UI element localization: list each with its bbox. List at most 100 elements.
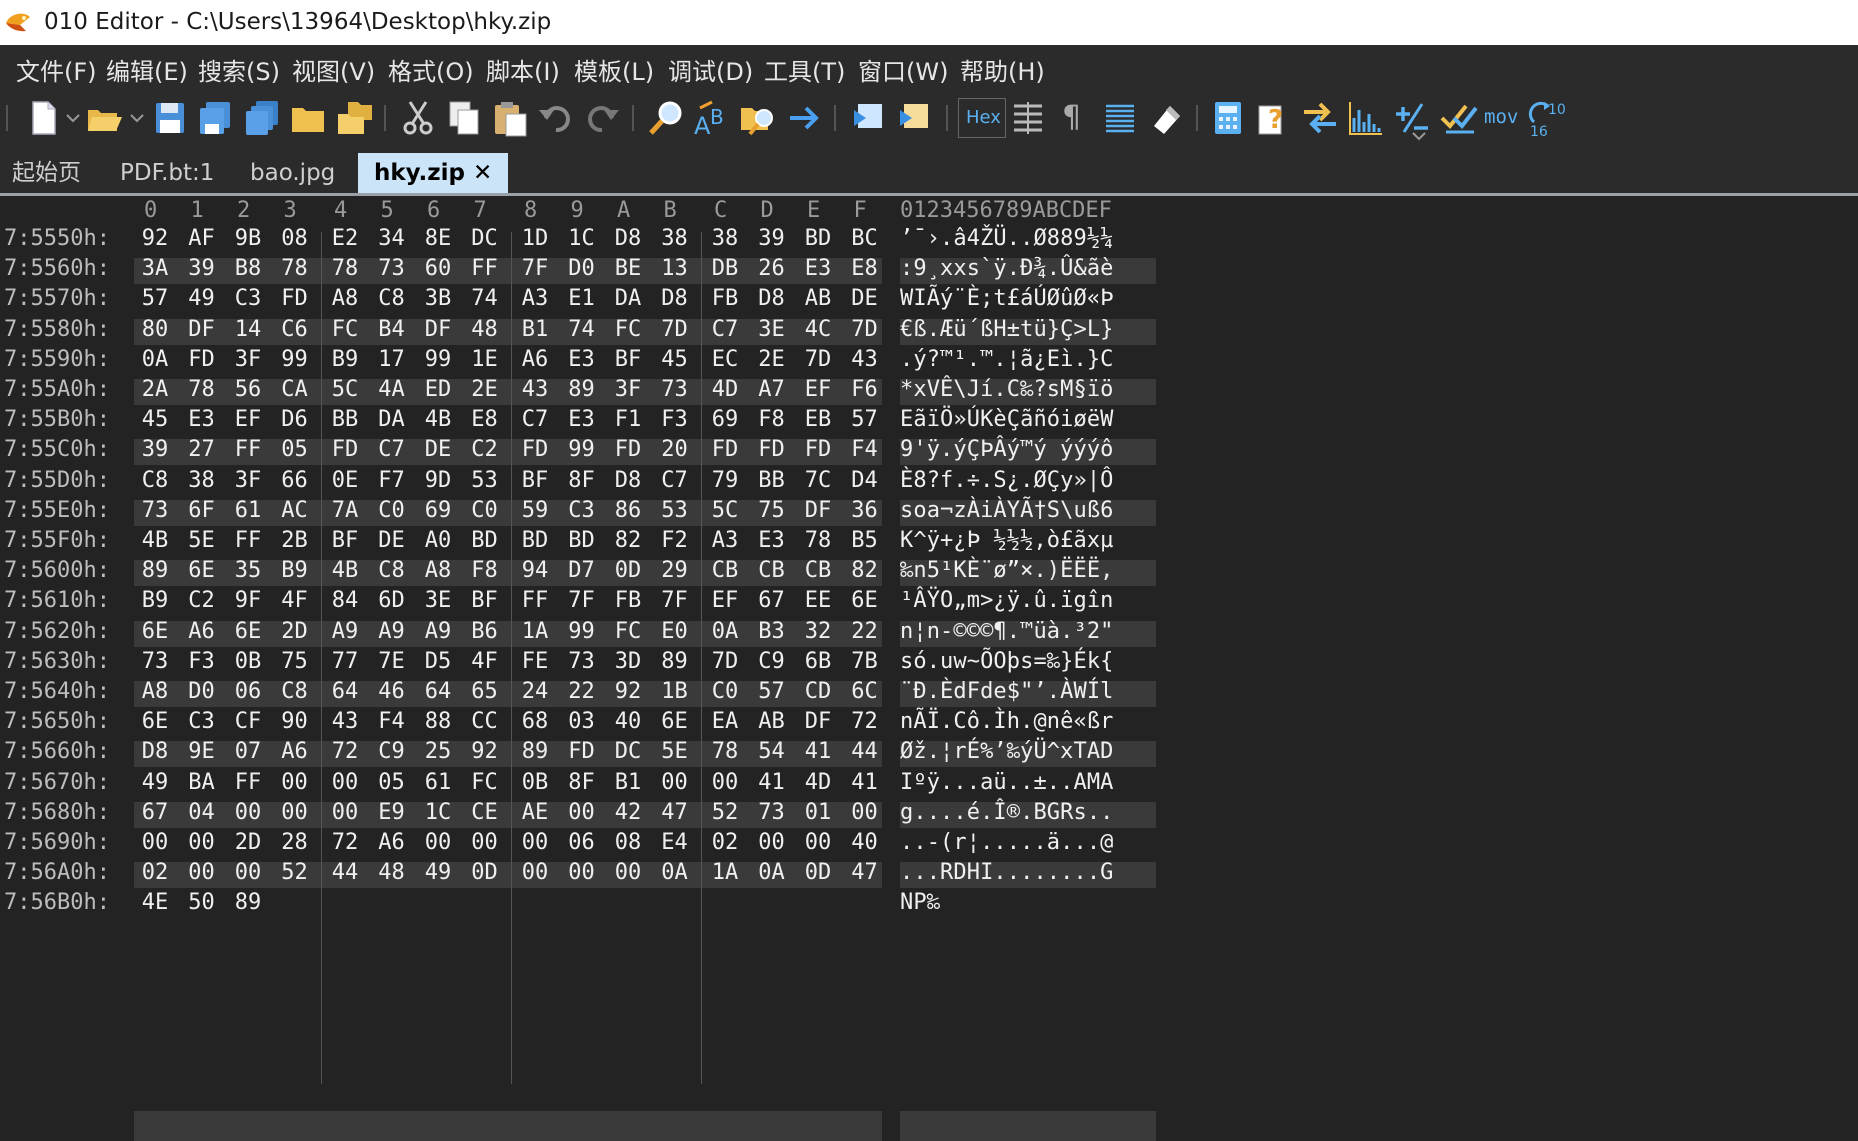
ascii-text[interactable]: ¨Ð.ÈdFde$"’.ÀWÍl (900, 679, 1114, 704)
hex-byte[interactable]: 49 (182, 286, 222, 311)
hex-byte[interactable]: DE (372, 528, 412, 553)
hex-byte[interactable]: A3 (515, 286, 555, 311)
hex-byte[interactable]: 94 (515, 558, 555, 583)
hex-byte[interactable]: FF (228, 528, 268, 553)
hex-byte[interactable]: DA (372, 407, 412, 432)
hex-byte[interactable]: 4E (135, 890, 175, 915)
hex-byte[interactable]: C7 (655, 468, 695, 493)
ascii-text[interactable]: ..-(r¦.....ä...@ (900, 830, 1114, 855)
hex-byte[interactable]: A8 (325, 286, 365, 311)
hex-byte[interactable]: F2 (655, 528, 695, 553)
hex-byte[interactable]: 6E (135, 619, 175, 644)
hex-byte[interactable]: FD (705, 437, 745, 462)
menu-format[interactable]: 格式(O) (388, 52, 474, 87)
hex-byte[interactable]: DE (418, 437, 458, 462)
hex-byte[interactable]: A6 (372, 830, 412, 855)
hex-byte[interactable]: 7F (515, 256, 555, 281)
hex-byte[interactable]: 0E (325, 468, 365, 493)
ascii-text[interactable]: n¦n-©©©¶.™üà.³2" (900, 619, 1114, 644)
hex-byte[interactable]: A9 (325, 619, 365, 644)
hex-byte[interactable]: 53 (655, 498, 695, 523)
hex-byte[interactable]: 78 (705, 739, 745, 764)
hex-byte[interactable]: C3 (182, 709, 222, 734)
hex-byte[interactable]: F3 (182, 649, 222, 674)
hex-byte[interactable]: 88 (418, 709, 458, 734)
hex-byte[interactable]: 54 (752, 739, 792, 764)
hex-byte[interactable]: E3 (752, 528, 792, 553)
ascii-text[interactable]: È8?f.÷.S¿.ØÇy»|Ô (900, 468, 1114, 493)
hex-byte[interactable]: A9 (418, 619, 458, 644)
hex-byte[interactable]: 4F (465, 649, 505, 674)
hex-byte[interactable]: 64 (418, 679, 458, 704)
histogram-icon[interactable] (1346, 98, 1386, 138)
hex-byte[interactable]: 2B (275, 528, 315, 553)
hex-byte[interactable]: B9 (325, 347, 365, 372)
hex-byte[interactable]: 4C (798, 317, 838, 342)
inspector-help-icon[interactable]: ? (1254, 98, 1294, 138)
hex-byte[interactable]: 0D (465, 860, 505, 885)
hex-byte[interactable]: 00 (275, 770, 315, 795)
hex-byte[interactable]: BB (752, 468, 792, 493)
run-template-icon[interactable] (896, 98, 936, 138)
hex-byte[interactable]: 92 (608, 679, 648, 704)
hex-byte[interactable]: 86 (608, 498, 648, 523)
hex-byte[interactable]: 89 (135, 558, 175, 583)
save-icon[interactable] (150, 98, 190, 138)
hex-byte[interactable]: C7 (372, 437, 412, 462)
hex-byte[interactable]: 9E (182, 739, 222, 764)
hex-byte[interactable]: F8 (465, 558, 505, 583)
hex-byte[interactable]: 00 (608, 860, 648, 885)
hex-byte[interactable]: 4A (372, 377, 412, 402)
hex-byte[interactable]: 4D (705, 377, 745, 402)
hex-byte[interactable]: AC (275, 498, 315, 523)
hex-byte[interactable]: 6D (372, 588, 412, 613)
hex-byte[interactable]: BA (182, 770, 222, 795)
hex-byte[interactable]: 02 (135, 860, 175, 885)
hex-byte[interactable]: 00 (515, 830, 555, 855)
hex-byte[interactable]: 4B (135, 528, 175, 553)
hex-byte[interactable]: 73 (562, 649, 602, 674)
hex-byte[interactable]: B6 (465, 619, 505, 644)
hex-byte[interactable]: 4B (418, 407, 458, 432)
hex-byte[interactable]: FC (608, 317, 648, 342)
hex-byte[interactable]: 9F (228, 588, 268, 613)
hex-byte[interactable]: C9 (372, 739, 412, 764)
hex-byte[interactable]: DF (418, 317, 458, 342)
hex-byte[interactable]: C0 (705, 679, 745, 704)
hex-byte[interactable]: D0 (182, 679, 222, 704)
hex-byte[interactable]: 7D (845, 317, 885, 342)
hex-byte[interactable]: 47 (845, 860, 885, 885)
hex-byte[interactable]: B4 (372, 317, 412, 342)
hex-byte[interactable]: 08 (275, 226, 315, 251)
hex-byte[interactable]: 0B (228, 649, 268, 674)
hex-byte[interactable]: D5 (418, 649, 458, 674)
open-file-icon[interactable] (84, 98, 124, 138)
ascii-text[interactable]: ‰n5¹KÈ¨ø”×.)ËËË‚ (900, 558, 1114, 583)
hex-byte[interactable]: 48 (465, 317, 505, 342)
hex-byte[interactable]: 6B (798, 649, 838, 674)
tab-pdf-bt[interactable]: PDF.bt:1 (120, 153, 214, 193)
hex-byte[interactable]: DF (798, 709, 838, 734)
hex-byte[interactable]: B8 (228, 256, 268, 281)
hex-byte[interactable]: F1 (608, 407, 648, 432)
workspace-icon[interactable] (334, 98, 374, 138)
column-options-icon[interactable] (1008, 98, 1048, 138)
hex-byte[interactable]: 03 (562, 709, 602, 734)
hex-byte[interactable]: E0 (655, 619, 695, 644)
hex-byte[interactable]: 2E (752, 347, 792, 372)
hex-byte[interactable]: F6 (845, 377, 885, 402)
ascii-text[interactable]: .ý?™¹.™.¦ã¿Eì.}C (900, 347, 1114, 372)
hex-byte[interactable]: 1A (515, 619, 555, 644)
hex-byte[interactable]: 89 (655, 649, 695, 674)
ascii-text[interactable]: Iºÿ...aü..±..AMA (900, 770, 1114, 795)
hex-byte[interactable]: FF (228, 770, 268, 795)
hex-byte[interactable]: BD (798, 226, 838, 251)
hex-byte[interactable]: 72 (325, 830, 365, 855)
hex-byte[interactable]: 53 (465, 468, 505, 493)
hex-byte[interactable]: A6 (275, 739, 315, 764)
hex-byte[interactable]: 61 (418, 770, 458, 795)
hex-byte[interactable]: 1B (655, 679, 695, 704)
hex-byte[interactable]: 45 (135, 407, 175, 432)
hex-byte[interactable]: 6E (228, 619, 268, 644)
save-as-icon[interactable] (196, 98, 236, 138)
